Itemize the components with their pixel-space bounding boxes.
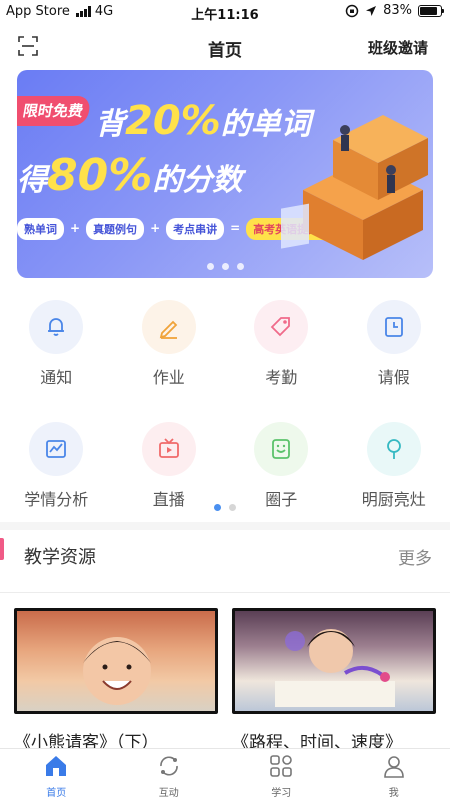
tab-label: 学习 bbox=[271, 788, 292, 799]
resource-thumbnail[interactable] bbox=[232, 608, 436, 714]
tab-bar: 首页 互动 学习 我 bbox=[0, 748, 450, 800]
page-dot[interactable] bbox=[221, 263, 229, 270]
section-divider bbox=[0, 522, 450, 530]
banner-tag: 限时免费 bbox=[17, 96, 92, 126]
tab-learn[interactable]: 学习 bbox=[225, 749, 338, 800]
page-dot[interactable] bbox=[236, 263, 244, 270]
tag-icon bbox=[254, 300, 309, 354]
feature-item[interactable]: 作业 bbox=[113, 292, 225, 388]
bell-icon bbox=[29, 300, 84, 354]
apps-icon bbox=[270, 755, 293, 777]
home-icon bbox=[46, 756, 67, 776]
banner-pill: 真题例句 bbox=[86, 218, 145, 240]
feature-item[interactable]: 通知 bbox=[0, 292, 112, 388]
section-accent-bar bbox=[0, 538, 4, 560]
tab-me[interactable]: 我 bbox=[338, 749, 450, 800]
promo-banner[interactable]: 限时免费 背20%的单词 得80%的分数 熟单词+ 真题例句+ 考点串讲= 高考… bbox=[17, 70, 433, 278]
feature-label: 考勤 bbox=[265, 368, 298, 387]
banner-pill: 熟单词 bbox=[17, 218, 64, 240]
resource-card[interactable]: 《小熊请客》（下） bbox=[14, 608, 218, 753]
battery-percent: 83% bbox=[383, 3, 412, 18]
divider bbox=[0, 592, 450, 593]
location-icon bbox=[366, 5, 377, 16]
resource-thumbnail[interactable] bbox=[14, 608, 218, 714]
tab-label: 首页 bbox=[46, 788, 67, 799]
clock: 上午11:16 bbox=[191, 8, 259, 23]
rotation-lock-icon bbox=[345, 4, 359, 17]
page-dot[interactable] bbox=[229, 504, 236, 511]
grid-pagination[interactable] bbox=[0, 504, 450, 511]
resource-list: 《小熊请客》（下） 《路程、时间、速度》 bbox=[14, 608, 436, 753]
feature-item[interactable]: 学情分析 bbox=[0, 414, 112, 510]
feature-label: 作业 bbox=[152, 368, 185, 387]
battery-icon bbox=[418, 4, 444, 17]
tab-label: 互动 bbox=[158, 788, 179, 799]
feature-label: 通知 bbox=[40, 368, 73, 387]
feature-item[interactable]: 直播 bbox=[113, 414, 225, 510]
page-dot[interactable] bbox=[214, 504, 221, 511]
tab-label: 我 bbox=[388, 788, 399, 799]
banner-illustration bbox=[281, 115, 428, 260]
feature-grid: 通知 作业 考勤 请假 学情分析 直播 圈子 明厨亮灶 bbox=[0, 292, 450, 510]
feature-label: 请假 bbox=[377, 368, 410, 387]
banner-pagination[interactable] bbox=[17, 263, 433, 270]
banner-pill: 考点串讲 bbox=[166, 218, 225, 240]
tab-interact[interactable]: 互动 bbox=[113, 749, 226, 800]
resource-card[interactable]: 《路程、时间、速度》 bbox=[232, 608, 436, 753]
class-invite-button[interactable]: 班级邀请 bbox=[368, 37, 428, 58]
pin-icon bbox=[366, 422, 421, 476]
face-icon bbox=[254, 422, 309, 476]
status-bar: App Store 4G 上午11:16 83% bbox=[0, 0, 450, 24]
pencil-icon bbox=[141, 300, 196, 354]
feature-item[interactable]: 考勤 bbox=[225, 292, 337, 388]
feature-item[interactable]: 请假 bbox=[338, 292, 450, 388]
feature-item[interactable]: 圈子 bbox=[225, 414, 337, 510]
page-dot[interactable] bbox=[206, 263, 214, 270]
banner-headline-2: 得80%的分数 bbox=[17, 150, 243, 201]
clock-doc-icon bbox=[366, 300, 421, 354]
chart-icon bbox=[29, 422, 84, 476]
nav-header: 首页 班级邀请 bbox=[0, 26, 450, 66]
user-icon bbox=[383, 756, 404, 778]
interact-icon bbox=[159, 756, 178, 776]
feature-item[interactable]: 明厨亮灶 bbox=[338, 414, 450, 510]
section-title: 教学资源 bbox=[24, 547, 96, 568]
resources-header: 教学资源 更多 bbox=[0, 534, 450, 580]
tab-home[interactable]: 首页 bbox=[0, 749, 113, 800]
more-link[interactable]: 更多 bbox=[398, 544, 432, 569]
tv-icon bbox=[141, 422, 196, 476]
